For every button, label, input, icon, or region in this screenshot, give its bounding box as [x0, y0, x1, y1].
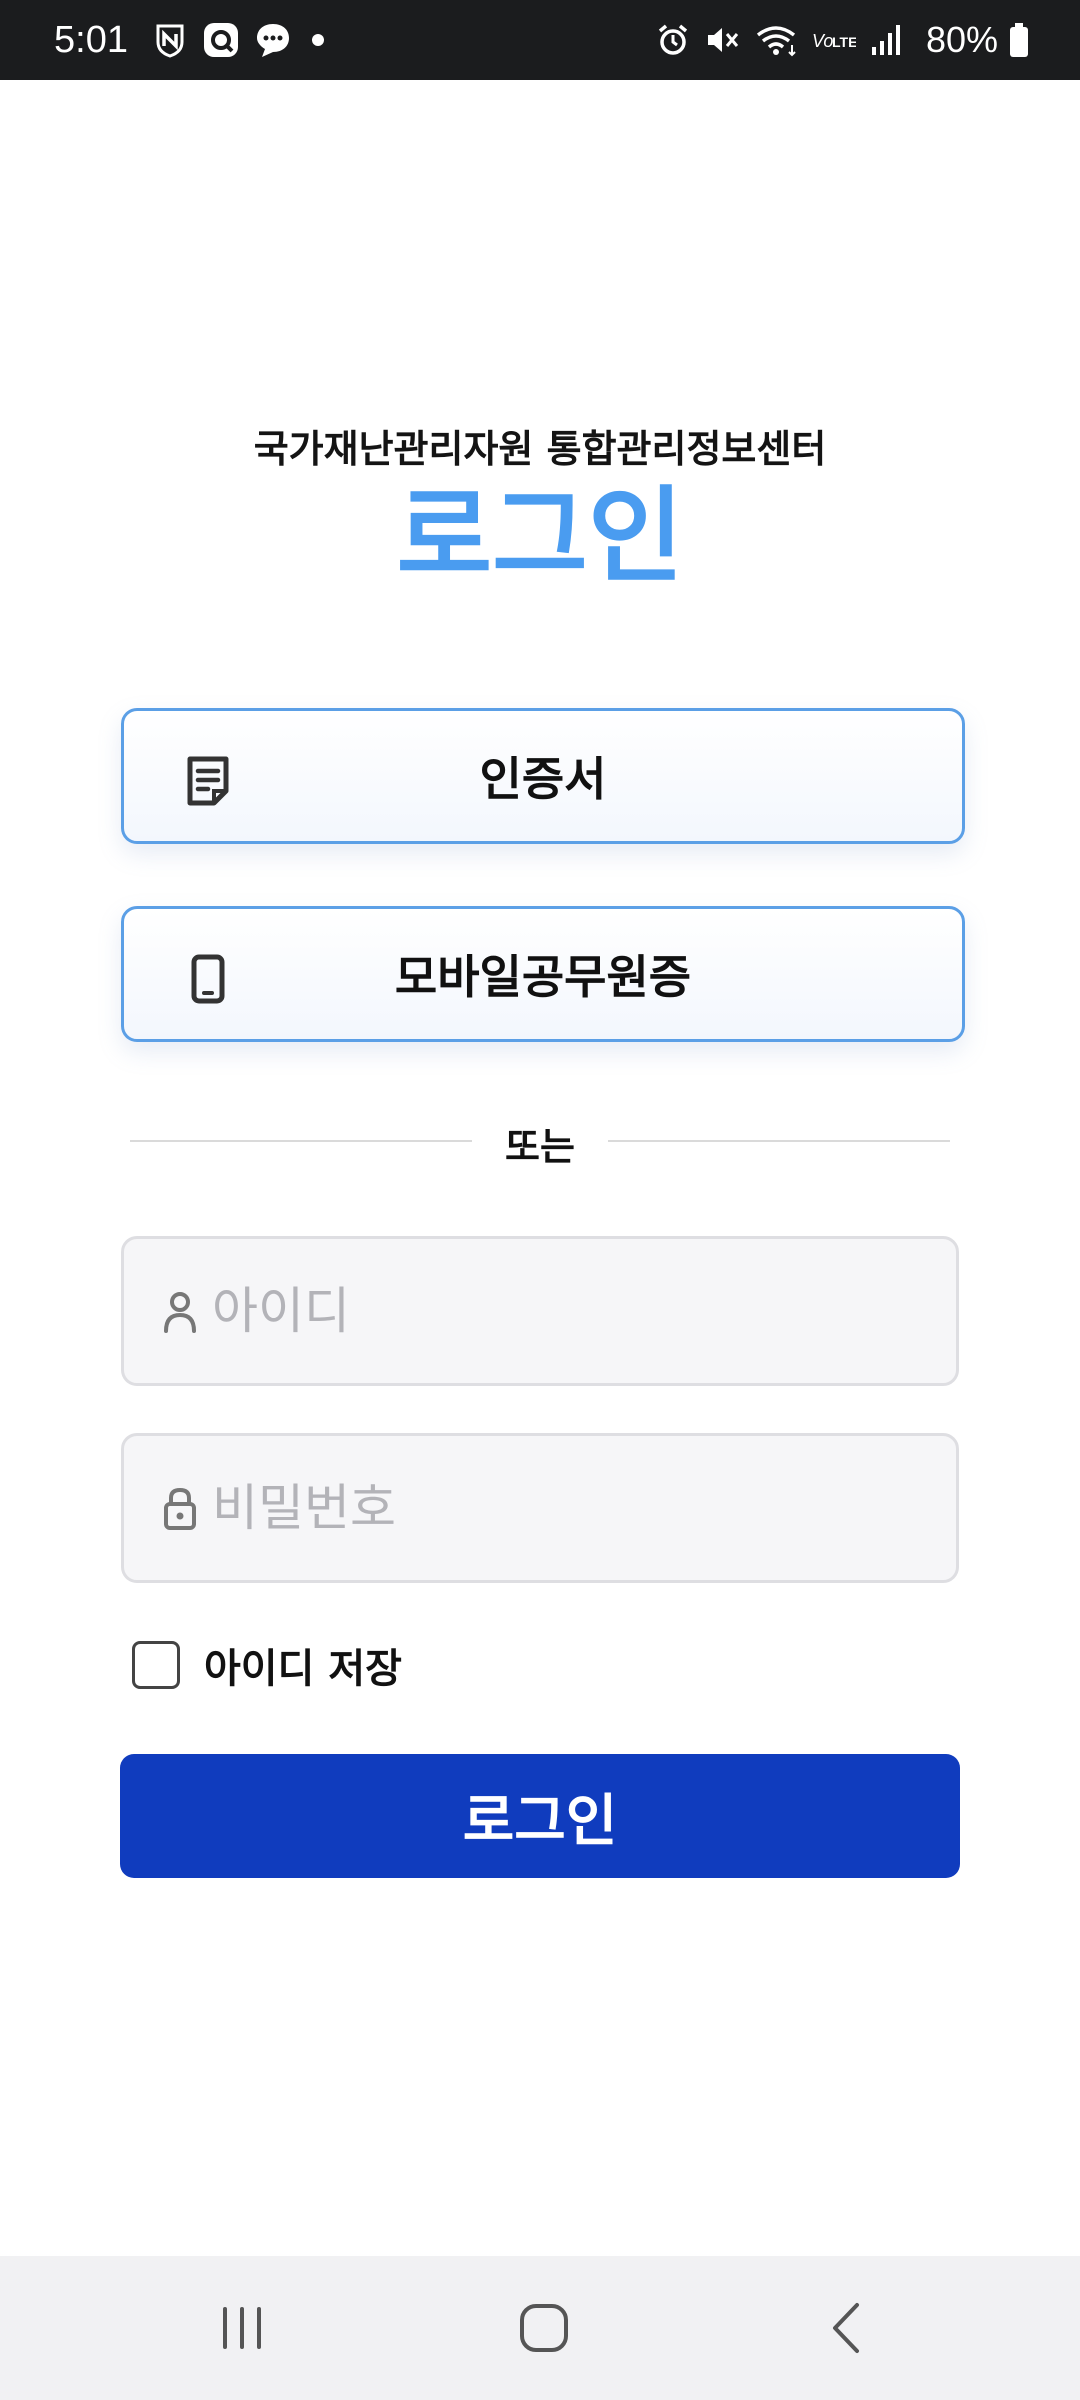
- q-app-icon: [202, 21, 240, 59]
- id-input[interactable]: [212, 1239, 912, 1383]
- recents-button[interactable]: [202, 2296, 282, 2360]
- svg-text:Vo: Vo: [812, 31, 833, 51]
- page-title: 로그인: [396, 475, 684, 597]
- signal-icon: [870, 23, 904, 57]
- remember-id-label: 아이디 저장: [204, 1646, 402, 1692]
- navigation-bar: [0, 2256, 1080, 2400]
- document-icon: [187, 756, 229, 806]
- home-icon: [520, 2304, 568, 2352]
- wifi-icon: [754, 23, 798, 57]
- mobile-phone-icon: [191, 954, 225, 1004]
- status-bar: 5:01 Vo LTE 80%: [0, 0, 1080, 80]
- mobile-id-login-button[interactable]: 모바일공무원증: [121, 906, 965, 1042]
- login-button[interactable]: 로그인: [120, 1754, 960, 1878]
- user-icon: [164, 1292, 196, 1333]
- back-button[interactable]: [808, 2296, 888, 2360]
- chat-bubble-icon: [254, 21, 292, 59]
- divider-text: 또는: [505, 1125, 575, 1169]
- home-button[interactable]: [504, 2296, 584, 2360]
- remember-id-row[interactable]: 아이디 저장: [132, 1636, 402, 1694]
- id-field[interactable]: [121, 1236, 959, 1386]
- svg-text:LTE: LTE: [832, 34, 856, 50]
- volte-icon: Vo LTE: [812, 25, 856, 55]
- certificate-label: 인증서: [479, 752, 607, 806]
- n-shield-icon: [152, 22, 188, 58]
- status-bar-left: 5:01: [54, 19, 344, 62]
- dot-icon: [306, 28, 330, 52]
- mobile-id-label: 모바일공무원증: [394, 950, 692, 1004]
- battery-icon: [1008, 22, 1030, 58]
- password-field[interactable]: [121, 1433, 959, 1583]
- recents-icon: [223, 2307, 261, 2349]
- battery-percentage: 80%: [925, 19, 998, 60]
- lock-icon: [164, 1487, 196, 1530]
- login-button-label: 로그인: [462, 1788, 618, 1854]
- alarm-icon: [656, 23, 690, 57]
- certificate-login-button[interactable]: 인증서: [121, 708, 965, 844]
- remember-id-checkbox[interactable]: [132, 1641, 180, 1689]
- status-bar-right: Vo LTE 80%: [656, 19, 1044, 61]
- agency-subtitle: 국가재난관리자원 통합관리정보센터: [253, 427, 827, 471]
- back-icon: [833, 2303, 859, 2353]
- mute-icon: [704, 23, 740, 57]
- password-input[interactable]: [212, 1436, 912, 1580]
- status-time: 5:01: [54, 18, 128, 61]
